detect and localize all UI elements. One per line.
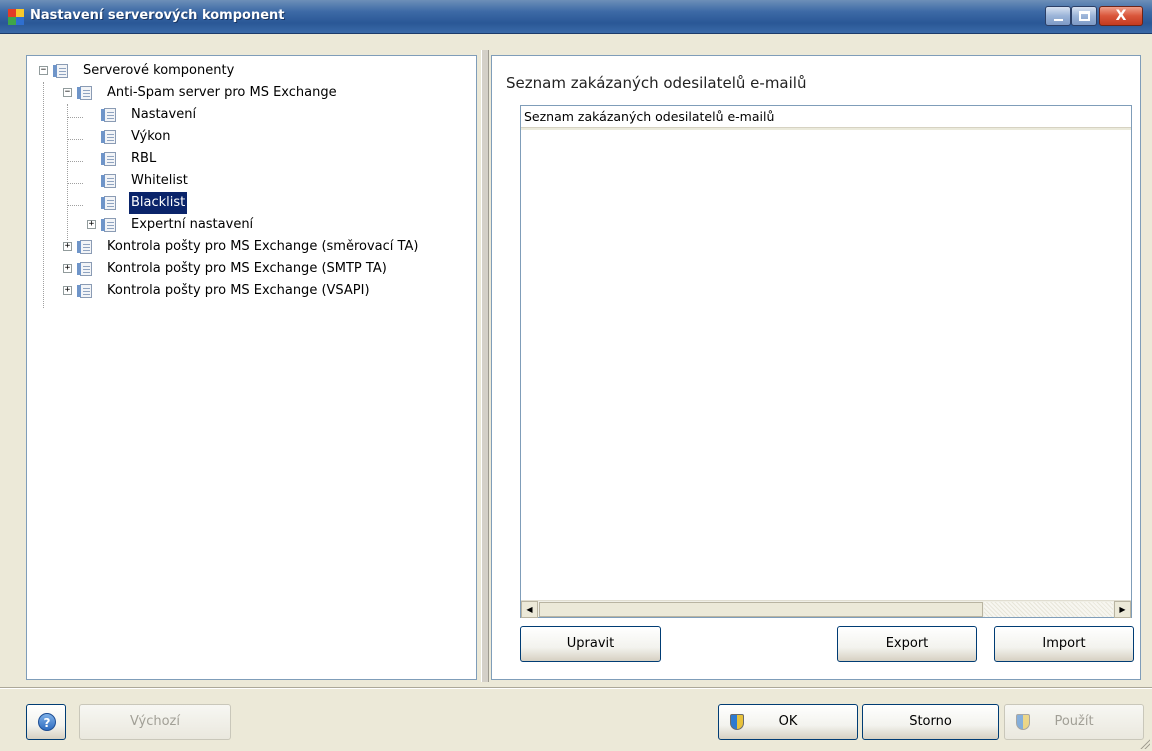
tree-node-label: Whitelist: [131, 173, 188, 188]
list-column-header[interactable]: Seznam zakázaných odesilatelů e-mailů: [521, 106, 1131, 130]
collapse-icon[interactable]: −: [63, 88, 72, 97]
maximize-icon: [1079, 11, 1090, 21]
tree-node-label: Nastavení: [131, 107, 197, 122]
edit-button-label: Upravit: [566, 636, 615, 651]
help-button[interactable]: ?: [26, 704, 66, 740]
minimize-icon: [1054, 19, 1063, 21]
default-button[interactable]: Výchozí: [79, 704, 231, 740]
expand-icon[interactable]: +: [63, 264, 72, 273]
ok-button-label: OK: [778, 714, 798, 729]
tree-node-label: Kontrola pošty pro MS Exchange (VSAPI): [107, 283, 370, 298]
scroll-thumb[interactable]: [539, 602, 983, 617]
close-button[interactable]: X: [1099, 6, 1143, 26]
settings-dialog: Nastavení serverových komponent X − Serv…: [0, 0, 1152, 751]
default-button-label: Výchozí: [129, 714, 180, 729]
tree-node-rbl[interactable]: RBL: [27, 148, 467, 170]
blacklist-list[interactable]: Seznam zakázaných odesilatelů e-mailů ◀ …: [520, 105, 1132, 618]
scroll-right-icon[interactable]: ▶: [1114, 601, 1131, 618]
tree-node-root[interactable]: − Serverové komponenty: [27, 60, 467, 82]
tree-node-label: RBL: [131, 151, 157, 166]
component-icon: [53, 63, 69, 79]
ok-button[interactable]: OK: [718, 704, 858, 740]
collapse-icon[interactable]: −: [39, 66, 48, 75]
tree-node-label: Kontrola pošty pro MS Exchange (SMTP TA): [107, 261, 387, 276]
tree-node-antispam[interactable]: − Anti-Spam server pro MS Exchange: [27, 82, 467, 104]
tree-node-smerovaci[interactable]: + Kontrola pošty pro MS Exchange (směrov…: [27, 236, 467, 258]
panel-title: Seznam zakázaných odesilatelů e-mailů: [506, 74, 807, 92]
component-icon: [77, 85, 93, 101]
expand-icon[interactable]: +: [63, 286, 72, 295]
export-button-label: Export: [885, 636, 929, 651]
tree-node-label-selected: Blacklist: [129, 192, 188, 214]
tree-node-label: Serverové komponenty: [83, 63, 235, 78]
import-button-label: Import: [1042, 636, 1086, 651]
tree-node-label: Kontrola pošty pro MS Exchange (směrovac…: [107, 239, 419, 254]
close-icon: X: [1115, 8, 1127, 24]
tree-node-label: Expertní nastavení: [131, 217, 254, 232]
component-icon: [77, 261, 93, 277]
component-icon: [101, 107, 117, 123]
component-tree[interactable]: − Serverové komponenty − Anti-Spam serve…: [26, 55, 477, 680]
tree-node-expert[interactable]: + Expertní nastavení: [27, 214, 467, 236]
scroll-track[interactable]: [984, 602, 1113, 617]
scroll-left-icon[interactable]: ◀: [521, 601, 538, 618]
tree-node-vykon[interactable]: Výkon: [27, 126, 467, 148]
component-icon: [101, 151, 117, 167]
component-icon: [101, 129, 117, 145]
tree-node-smtp[interactable]: + Kontrola pošty pro MS Exchange (SMTP T…: [27, 258, 467, 280]
cancel-button-label: Storno: [909, 714, 952, 729]
settings-panel: Seznam zakázaných odesilatelů e-mailů Se…: [491, 55, 1141, 680]
resize-grip[interactable]: [1138, 737, 1150, 749]
component-icon: [77, 283, 93, 299]
avg-app-icon: [8, 9, 24, 25]
tree-node-blacklist[interactable]: Blacklist: [27, 192, 467, 214]
tree-node-nastaveni[interactable]: Nastavení: [27, 104, 467, 126]
edit-button[interactable]: Upravit: [520, 626, 661, 662]
tree-node-label: Výkon: [131, 129, 171, 144]
tree-node-vsapi[interactable]: + Kontrola pošty pro MS Exchange (VSAPI): [27, 280, 467, 302]
title-bar[interactable]: Nastavení serverových komponent X: [0, 0, 1152, 34]
footer-separator: [0, 687, 1152, 689]
expand-icon[interactable]: +: [87, 220, 96, 229]
component-icon: [101, 195, 117, 211]
panel-splitter[interactable]: [481, 50, 489, 682]
apply-button-label: Použít: [1054, 714, 1094, 729]
apply-button[interactable]: Použít: [1004, 704, 1144, 740]
tree-node-whitelist[interactable]: Whitelist: [27, 170, 467, 192]
component-icon: [77, 239, 93, 255]
window-title: Nastavení serverových komponent: [30, 8, 285, 23]
maximize-button[interactable]: [1071, 6, 1097, 26]
tree-node-label: Anti-Spam server pro MS Exchange: [107, 85, 337, 100]
cancel-button[interactable]: Storno: [862, 704, 999, 740]
component-icon: [101, 173, 117, 189]
import-button[interactable]: Import: [994, 626, 1134, 662]
component-icon: [101, 217, 117, 233]
minimize-button[interactable]: [1045, 6, 1071, 26]
help-icon: ?: [38, 713, 56, 731]
horizontal-scrollbar[interactable]: ◀ ▶: [521, 600, 1131, 618]
export-button[interactable]: Export: [837, 626, 977, 662]
expand-icon[interactable]: +: [63, 242, 72, 251]
